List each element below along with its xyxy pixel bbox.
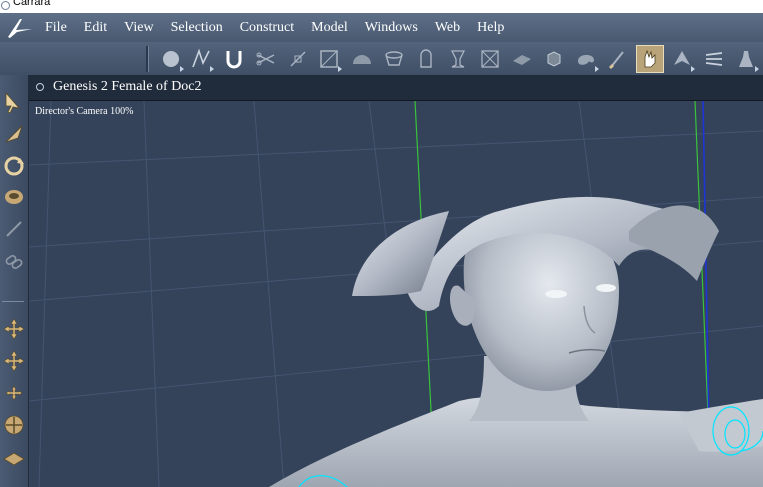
left-toolbar-separator: [2, 301, 24, 302]
character-icon[interactable]: [732, 45, 760, 73]
bounding-box-icon[interactable]: [315, 45, 343, 73]
menu-windows[interactable]: Windows: [356, 20, 426, 36]
dome-icon[interactable]: [348, 45, 376, 73]
selection-arrow-icon[interactable]: [0, 88, 27, 116]
pen-tool-icon[interactable]: [0, 215, 27, 243]
menu-bar: File Edit View Selection Construct Model Windo…: [0, 13, 763, 42]
deform-icon[interactable]: [700, 45, 728, 73]
plane-icon[interactable]: [508, 45, 536, 73]
spline-tool-icon[interactable]: [187, 45, 215, 73]
menu-model[interactable]: Model: [302, 20, 356, 36]
left-toolbar: [0, 75, 29, 487]
genesis-2-female-figure[interactable]: [269, 196, 763, 487]
goblet-icon[interactable]: [444, 45, 472, 73]
spin-icon[interactable]: [0, 152, 27, 180]
vertex-edit-icon[interactable]: [284, 45, 312, 73]
move-cross-small-icon[interactable]: [0, 379, 27, 407]
menu-edit[interactable]: Edit: [75, 20, 115, 36]
carrara-app-icon: [1, 1, 10, 10]
toolbar-separator: [146, 46, 149, 72]
rotate-arrow-icon[interactable]: [0, 120, 27, 148]
menu-view[interactable]: View: [115, 20, 161, 36]
cube-icon[interactable]: [540, 45, 568, 73]
document-title: Genesis 2 Female of Doc2: [53, 79, 202, 94]
main-toolbar: [0, 42, 763, 75]
magnet-icon[interactable]: [220, 45, 248, 73]
window-title-bar: Carrara: [0, 0, 763, 13]
menu-file[interactable]: File: [36, 20, 75, 36]
document-pin-icon[interactable]: [36, 83, 44, 91]
document-header: Genesis 2 Female of Doc2: [29, 75, 763, 101]
camera-label: Director's Camera 100%: [35, 106, 134, 117]
palette-icon[interactable]: [572, 45, 600, 73]
disc-icon[interactable]: [0, 183, 27, 211]
menu-help[interactable]: Help: [468, 20, 512, 36]
brush-icon[interactable]: [604, 45, 632, 73]
scissors-icon[interactable]: [252, 45, 280, 73]
frame-icon[interactable]: [476, 45, 504, 73]
lathe-icon[interactable]: [380, 45, 408, 73]
cylinder-icon[interactable]: [412, 45, 440, 73]
scene: [29, 101, 763, 487]
trackball-icon[interactable]: [0, 411, 27, 439]
move-cross-icon[interactable]: [0, 315, 27, 343]
menu-web[interactable]: Web: [426, 20, 468, 36]
menu-selection[interactable]: Selection: [162, 20, 231, 36]
window-title: Carrara: [13, 0, 51, 8]
carrara-logo-icon[interactable]: [6, 16, 34, 40]
move-cross-icon[interactable]: [0, 347, 27, 375]
pose-hand-icon[interactable]: [636, 45, 664, 73]
menu-construct[interactable]: Construct: [231, 20, 302, 36]
3d-viewport[interactable]: Director's Camera 100%: [29, 101, 763, 487]
morph-icon[interactable]: [668, 45, 696, 73]
sphere-primitive-icon[interactable]: [157, 45, 185, 73]
chain-link-icon[interactable]: [0, 247, 27, 275]
ground-plane-icon[interactable]: [0, 443, 27, 471]
